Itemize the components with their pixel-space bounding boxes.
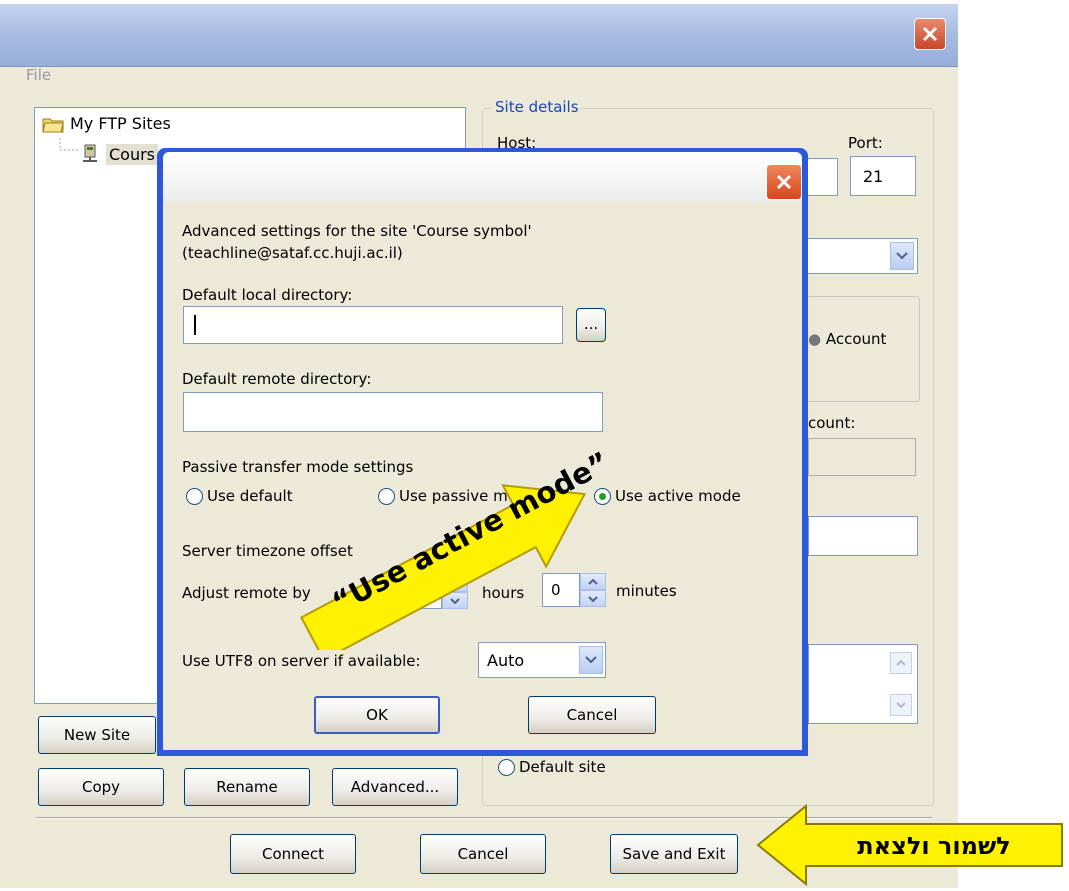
radio-circle	[186, 487, 203, 505]
port-label: Port:	[848, 134, 883, 152]
dialog-close-button[interactable]	[766, 164, 802, 200]
port-value: 21	[863, 166, 884, 186]
tree-root-label: My FTP Sites	[70, 114, 171, 133]
scroll-up-button[interactable]	[890, 652, 912, 674]
default-site-label: Default site	[519, 758, 606, 776]
chevron-down-icon	[585, 656, 597, 664]
site-details-title: Site details	[492, 98, 582, 116]
ftp-site-icon	[83, 144, 97, 162]
dialog-ok-button[interactable]: OK	[314, 696, 440, 734]
radio-use-default-label: Use default	[207, 487, 293, 505]
default-local-dir-label: Default local directory:	[182, 286, 353, 304]
tree-item-label: Cours	[106, 143, 159, 165]
rename-button[interactable]: Rename	[184, 768, 310, 806]
utf8-select-value: Auto	[487, 650, 525, 670]
browse-button[interactable]: ...	[576, 308, 606, 342]
radio-use-default[interactable]: Use default	[186, 487, 293, 505]
menu-file[interactable]: File	[26, 66, 51, 84]
copy-button[interactable]: Copy	[38, 768, 164, 806]
minutes-label: minutes	[616, 582, 677, 600]
chevron-up-icon	[896, 660, 906, 666]
cancel-button[interactable]: Cancel	[420, 834, 546, 874]
account-radio-label: Account	[825, 330, 887, 348]
advanced-button[interactable]: Advanced...	[332, 768, 458, 806]
scroll-down-button[interactable]	[890, 694, 912, 716]
close-icon	[922, 26, 938, 42]
default-remote-dir-label: Default remote directory:	[182, 370, 372, 388]
radio-circle	[498, 758, 515, 776]
servertype-dropdown-button[interactable]	[890, 242, 914, 270]
comments-field-top[interactable]	[808, 516, 918, 556]
window-close-button[interactable]	[914, 18, 946, 50]
new-site-button[interactable]: New Site	[38, 716, 156, 754]
tree-item-course[interactable]: Cours	[80, 143, 159, 165]
connect-button[interactable]: Connect	[230, 834, 356, 874]
save-and-exit-button[interactable]: Save and Exit	[610, 834, 738, 874]
port-input[interactable]: 21	[850, 156, 916, 196]
save-exit-callout-text: לשמור ולצאת	[857, 832, 1011, 860]
account-input[interactable]	[808, 438, 916, 476]
account-label: count:	[808, 414, 856, 432]
dialog-intro-line1: Advanced settings for the site 'Course s…	[182, 222, 532, 240]
chevron-down-icon	[896, 252, 908, 260]
utf8-label: Use UTF8 on server if available:	[182, 652, 421, 670]
dialog-cancel-button[interactable]: Cancel	[528, 696, 656, 734]
logontype-group	[804, 296, 920, 402]
chevron-down-icon	[896, 702, 906, 708]
folder-icon	[42, 118, 64, 132]
text-caret	[194, 315, 196, 335]
default-site-checkbox[interactable]: Default site	[498, 758, 606, 776]
account-radio[interactable]: ● Account	[808, 330, 886, 348]
dialog-titlebar	[163, 152, 802, 202]
dialog-intro-line2: (teachline@sataf.cc.huji.ac.il)	[182, 244, 403, 262]
tree-root-item[interactable]: My FTP Sites	[42, 114, 171, 133]
default-local-dir-input[interactable]	[183, 306, 563, 344]
close-icon	[776, 174, 792, 190]
tree-connector	[59, 138, 80, 151]
window-titlebar	[0, 4, 958, 67]
radio-use-active-label: Use active mode	[615, 487, 741, 505]
utf8-dropdown-button[interactable]	[579, 646, 603, 674]
save-exit-callout: לשמור ולצאת	[824, 832, 1044, 860]
